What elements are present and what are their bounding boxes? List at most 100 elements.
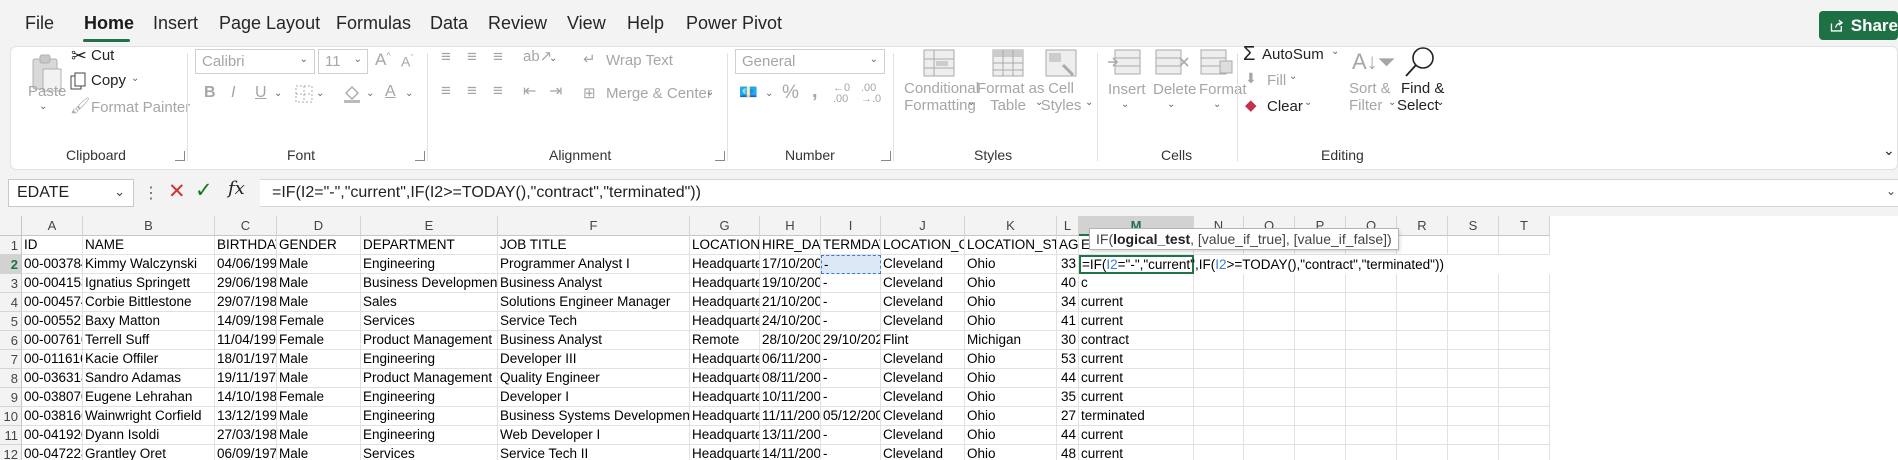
cell[interactable]: Male: [277, 426, 361, 445]
cell[interactable]: -: [821, 369, 881, 388]
align-middle-icon[interactable]: ≡: [467, 47, 477, 67]
percent-icon[interactable]: %: [782, 82, 799, 104]
cell[interactable]: 00-0037846: [22, 255, 83, 274]
cell[interactable]: 14/10/1988: [215, 388, 277, 407]
row-header-11[interactable]: 11: [0, 426, 22, 445]
cell[interactable]: [1295, 445, 1346, 460]
cell[interactable]: 29/10/2029: [821, 331, 881, 350]
cell[interactable]: Cleveland: [881, 293, 965, 312]
tab-help[interactable]: Help: [627, 13, 664, 34]
number-format-dropdown[interactable]: General ⌄: [735, 49, 885, 74]
cell[interactable]: 00-0116166: [22, 350, 83, 369]
cell[interactable]: -: [821, 293, 881, 312]
cell[interactable]: [1295, 312, 1346, 331]
cell[interactable]: Male: [277, 369, 361, 388]
cell[interactable]: 00-0363185: [22, 369, 83, 388]
cell[interactable]: 44: [1057, 369, 1079, 388]
decrease-indent-icon[interactable]: ⇤: [523, 81, 536, 101]
cell[interactable]: [1397, 369, 1448, 388]
cell[interactable]: 10/11/2000: [760, 388, 821, 407]
cell[interactable]: Terrell Suff: [83, 331, 215, 350]
cell[interactable]: Michigan: [965, 331, 1057, 350]
header-cell[interactable]: JOB TITLE: [498, 236, 690, 255]
cell[interactable]: [1448, 331, 1499, 350]
header-cell[interactable]: AGE: [1057, 236, 1079, 255]
column-header-b[interactable]: B: [83, 216, 215, 236]
cell[interactable]: Quality Engineer: [498, 369, 690, 388]
cell[interactable]: current: [1079, 312, 1194, 331]
cancel-icon[interactable]: ✕: [168, 179, 186, 204]
cell[interactable]: 28/10/2000: [760, 331, 821, 350]
cell[interactable]: 24/10/2000: [760, 312, 821, 331]
cell[interactable]: Engineering: [361, 350, 498, 369]
cell[interactable]: Female: [277, 312, 361, 331]
align-top-icon[interactable]: ≡: [441, 47, 451, 67]
cell[interactable]: Ohio: [965, 293, 1057, 312]
column-header-i[interactable]: I: [821, 216, 881, 236]
tab-file[interactable]: File: [25, 13, 54, 34]
cell[interactable]: [1499, 388, 1550, 407]
cell[interactable]: [1346, 369, 1397, 388]
cell[interactable]: terminated: [1079, 407, 1194, 426]
cell[interactable]: Service Tech: [498, 312, 690, 331]
cell[interactable]: [1346, 331, 1397, 350]
cell[interactable]: Cleveland: [881, 426, 965, 445]
cell[interactable]: Developer III: [498, 350, 690, 369]
cell[interactable]: Ignatius Springett: [83, 274, 215, 293]
borders-icon[interactable]: [295, 85, 313, 103]
cell[interactable]: [1448, 274, 1499, 293]
cell[interactable]: [1346, 445, 1397, 460]
cell[interactable]: [1499, 426, 1550, 445]
tab-formulas[interactable]: Formulas: [336, 13, 411, 34]
cell[interactable]: current: [1079, 388, 1194, 407]
cell[interactable]: 04/06/1991: [215, 255, 277, 274]
cell[interactable]: -: [821, 312, 881, 331]
column-header-j[interactable]: J: [881, 216, 965, 236]
tab-power-pivot[interactable]: Power Pivot: [686, 13, 782, 34]
cell[interactable]: 13/11/2000: [760, 426, 821, 445]
column-header-h[interactable]: H: [760, 216, 821, 236]
cell[interactable]: [1244, 407, 1295, 426]
cell[interactable]: [1194, 407, 1244, 426]
cell[interactable]: [1397, 312, 1448, 331]
row-header-4[interactable]: 4: [0, 293, 22, 312]
cell[interactable]: Ohio: [965, 312, 1057, 331]
cell[interactable]: [1194, 274, 1244, 293]
cell[interactable]: [1346, 388, 1397, 407]
cell[interactable]: [1448, 445, 1499, 460]
cell[interactable]: 40: [1057, 274, 1079, 293]
cell[interactable]: -: [821, 274, 881, 293]
cell[interactable]: [1499, 293, 1550, 312]
select-all-corner[interactable]: [0, 216, 22, 236]
column-header-t[interactable]: T: [1499, 216, 1550, 236]
cell[interactable]: Product Management: [361, 331, 498, 350]
column-header-l[interactable]: L: [1057, 216, 1079, 236]
column-header-r[interactable]: R: [1397, 216, 1448, 236]
cell[interactable]: [1194, 426, 1244, 445]
cell[interactable]: [1244, 293, 1295, 312]
fill-color-icon[interactable]: [342, 83, 362, 103]
increase-decimal-icon[interactable]: ←0.00: [833, 83, 850, 105]
cell[interactable]: -: [821, 388, 881, 407]
cell[interactable]: Grantley Oret: [83, 445, 215, 460]
cell[interactable]: Headquarters: [690, 255, 760, 274]
name-box[interactable]: EDATE ⌄: [8, 179, 134, 207]
cell[interactable]: Baxy Matton: [83, 312, 215, 331]
row-header-2[interactable]: 2: [0, 255, 22, 274]
number-launcher-icon[interactable]: [881, 151, 891, 161]
cell[interactable]: 06/11/2000: [760, 350, 821, 369]
cell[interactable]: [1295, 274, 1346, 293]
cell[interactable]: [1499, 407, 1550, 426]
cell[interactable]: [1397, 274, 1448, 293]
cell[interactable]: 00-0045747: [22, 293, 83, 312]
cell[interactable]: Remote: [690, 331, 760, 350]
active-editing-cell-m2[interactable]: =IF(I2="-","current",IF(I2>=TODAY(),"con…: [1079, 255, 1444, 274]
cell[interactable]: c: [1079, 274, 1194, 293]
row-header-9[interactable]: 9: [0, 388, 22, 407]
cell[interactable]: Ohio: [965, 426, 1057, 445]
cell[interactable]: Ohio: [965, 369, 1057, 388]
align-center-icon[interactable]: ≡: [467, 81, 477, 101]
column-header-c[interactable]: C: [215, 216, 277, 236]
row-header-12[interactable]: 12: [0, 445, 22, 460]
cell[interactable]: Ohio: [965, 445, 1057, 460]
